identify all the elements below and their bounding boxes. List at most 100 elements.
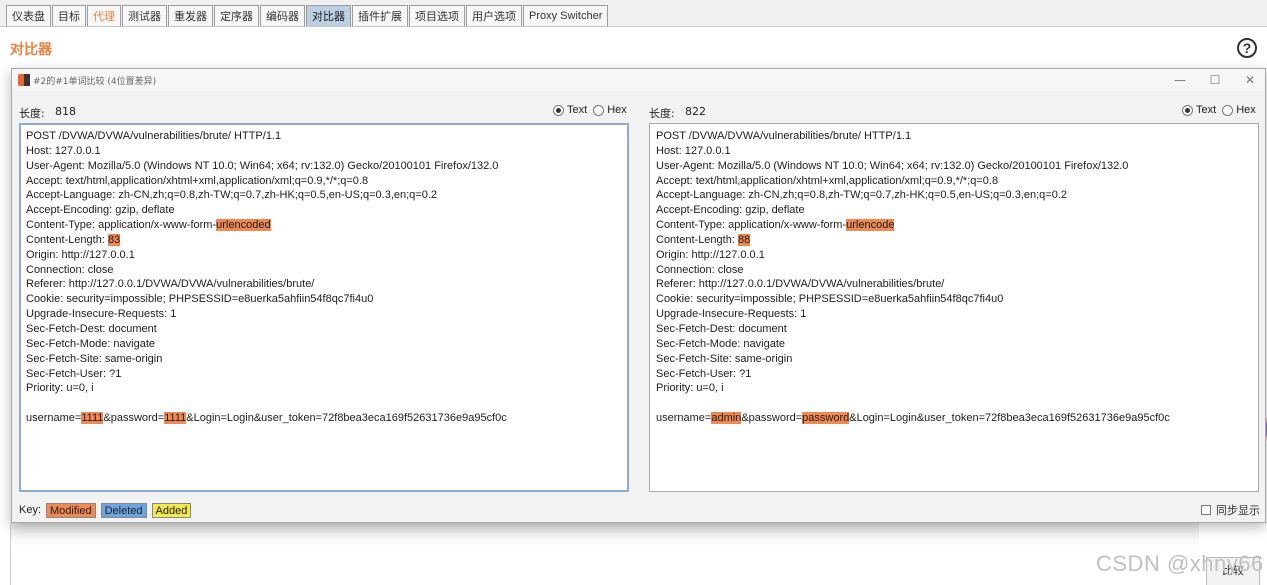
- tab-10[interactable]: 用户选项: [466, 5, 522, 26]
- message-line: User-Agent: Mozilla/5.0 (Windows NT 10.0…: [656, 159, 1258, 174]
- text-radio[interactable]: [1182, 104, 1193, 116]
- text-segment: POST /DVWA/DVWA/vulnerabilities/brute/ H…: [26, 130, 282, 142]
- message-line: Sec-Fetch-Mode: navigate: [656, 337, 1258, 352]
- minimize-button[interactable]: —: [1171, 71, 1189, 89]
- tab-4[interactable]: 重发器: [168, 5, 213, 26]
- message-line: Upgrade-Insecure-Requests: 1: [656, 307, 1258, 322]
- message-line: Origin: http://127.0.0.1: [26, 248, 627, 263]
- text-segment: Origin: http://127.0.0.1: [656, 248, 765, 261]
- text-segment: Accept: text/html,application/xhtml+xml,…: [656, 174, 999, 187]
- tab-0[interactable]: 仪表盘: [6, 5, 51, 26]
- sync-label: 同步显示: [1216, 504, 1260, 517]
- text-segment: Upgrade-Insecure-Requests: 1: [656, 308, 807, 321]
- text-segment: &password=: [103, 412, 165, 425]
- text-segment: Host: 127.0.0.1: [656, 144, 731, 157]
- watermark: CSDN @xhny66: [1096, 551, 1264, 576]
- message-line: Priority: u=0, i: [26, 381, 627, 396]
- right-message-text[interactable]: POST /DVWA/DVWA/vulnerabilities/brute/ H…: [649, 123, 1259, 492]
- modified-segment: urlencoded: [216, 219, 271, 232]
- text-radio-label[interactable]: Text: [567, 104, 587, 116]
- length-value: 822: [685, 105, 706, 118]
- tab-5[interactable]: 定序器: [214, 5, 259, 26]
- text-segment: Referer: http://127.0.0.1/DVWA/DVWA/vuln…: [26, 278, 315, 291]
- tab-11[interactable]: Proxy Switcher: [523, 5, 609, 26]
- text-segment: User-Agent: Mozilla/5.0 (Windows NT 10.0…: [656, 159, 1129, 172]
- text-radio-label[interactable]: Text: [1196, 104, 1216, 116]
- message-line: Cookie: security=impossible; PHPSESSID=e…: [26, 292, 627, 307]
- text-segment: Sec-Fetch-Site: same-origin: [26, 352, 163, 365]
- tab-8[interactable]: 插件扩展: [352, 5, 408, 26]
- text-segment: Accept-Language: zh-CN,zh;q=0.8,zh-TW;q=…: [26, 189, 438, 202]
- sync-view-toggle[interactable]: 同步显示: [1201, 502, 1260, 518]
- dialog-titlebar[interactable]: #2的#1单词比较 (4位置差异) — ☐ ✕: [12, 69, 1265, 91]
- modified-segment: admin: [711, 412, 742, 425]
- modified-segment: 88: [737, 233, 751, 246]
- text-segment: Sec-Fetch-Mode: navigate: [26, 337, 156, 350]
- tab-3[interactable]: 测试器: [122, 5, 167, 26]
- comparison-dialog: #2的#1单词比较 (4位置差异) — ☐ ✕ 长度: 818 Text Hex…: [11, 68, 1266, 523]
- left-message-text[interactable]: POST /DVWA/DVWA/vulnerabilities/brute/ H…: [19, 123, 629, 492]
- message-line: Referer: http://127.0.0.1/DVWA/DVWA/vuln…: [26, 277, 627, 292]
- modified-segment: password: [802, 412, 850, 425]
- message-line: [26, 396, 627, 411]
- tab-2[interactable]: 代理: [87, 5, 121, 26]
- message-line: User-Agent: Mozilla/5.0 (Windows NT 10.0…: [26, 159, 627, 174]
- message-line: Connection: close: [26, 263, 627, 278]
- text-segment: Content-Length:: [26, 233, 108, 246]
- message-line: [656, 396, 1258, 411]
- message-line: Accept-Language: zh-CN,zh;q=0.8,zh-TW;q=…: [26, 188, 627, 203]
- text-segment: Sec-Fetch-User: ?1: [656, 367, 752, 380]
- message-line: Content-Length: 88: [656, 233, 1258, 248]
- text-segment: Priority: u=0, i: [656, 382, 724, 395]
- hex-radio[interactable]: [593, 104, 605, 116]
- text-segment: Connection: close: [656, 263, 744, 276]
- hex-radio-label[interactable]: Hex: [607, 104, 627, 116]
- hex-radio[interactable]: [1222, 104, 1234, 116]
- hex-radio-label[interactable]: Hex: [1236, 104, 1256, 116]
- help-circle-icon[interactable]: ?: [1237, 38, 1257, 58]
- text-segment: User-Agent: Mozilla/5.0 (Windows NT 10.0…: [26, 159, 499, 172]
- main-tab-bar: 仪表盘 目标 代理 测试器 重发器 定序器 编码器 对比器 插件扩展 项目选项 用户选项 Proxy …: [0, 0, 1267, 27]
- text-segment: Sec-Fetch-Dest: document: [656, 322, 787, 335]
- message-line: Upgrade-Insecure-Requests: 1: [26, 307, 627, 322]
- message-line: Content-Type: application/x-www-form-url…: [656, 218, 1258, 233]
- message-line: Accept-Encoding: gzip, deflate: [656, 203, 1258, 218]
- text-segment: Connection: close: [26, 263, 114, 276]
- text-segment: Cookie: security=impossible; PHPSESSID=e…: [656, 293, 1004, 306]
- tab-7[interactable]: 对比器: [306, 5, 351, 26]
- text-radio[interactable]: [553, 104, 564, 116]
- message-line: Sec-Fetch-Mode: navigate: [26, 337, 627, 352]
- text-segment: Origin: http://127.0.0.1: [26, 248, 135, 261]
- message-line: POST /DVWA/DVWA/vulnerabilities/brute/ H…: [656, 129, 1258, 144]
- tab-strip: 仪表盘 目标 代理 测试器 重发器 定序器 编码器 对比器 插件扩展 项目选项 用户选项 Proxy …: [6, 5, 609, 27]
- message-line: Content-Length: 83: [26, 233, 627, 248]
- message-line: Sec-Fetch-Dest: document: [656, 322, 1258, 337]
- sync-checkbox[interactable]: [1201, 505, 1211, 515]
- message-line: Priority: u=0, i: [656, 381, 1258, 396]
- text-segment: Cookie: security=impossible; PHPSESSID=e…: [26, 293, 374, 306]
- text-segment: Accept-Language: zh-CN,zh;q=0.8,zh-TW;q=…: [656, 189, 1068, 202]
- text-segment: Host: 127.0.0.1: [26, 144, 101, 157]
- modified-segment: urlencode: [846, 219, 895, 232]
- text-segment: Referer: http://127.0.0.1/DVWA/DVWA/vuln…: [656, 278, 945, 291]
- text-segment: &password=: [741, 412, 803, 425]
- background-panel: [10, 523, 1199, 585]
- tab-9[interactable]: 项目选项: [409, 5, 465, 26]
- message-line: Origin: http://127.0.0.1: [656, 248, 1258, 263]
- message-line: Connection: close: [656, 263, 1258, 278]
- key-label: Key:: [19, 504, 42, 516]
- modified-key-badge: Modified: [46, 502, 96, 518]
- modified-segment: 1111: [81, 412, 104, 425]
- view-mode-group: Text Hex: [553, 104, 633, 116]
- message-line: POST /DVWA/DVWA/vulnerabilities/brute/ H…: [26, 129, 627, 144]
- close-button[interactable]: ✕: [1241, 71, 1259, 89]
- tab-6[interactable]: 编码器: [260, 5, 305, 26]
- right-compare-panel: 长度: 822 Text Hex POST /DVWA/DVWA/vulnera…: [649, 99, 1259, 494]
- message-line: Accept-Encoding: gzip, deflate: [26, 203, 627, 218]
- page-title: 对比器: [10, 42, 52, 58]
- tab-1[interactable]: 目标: [52, 5, 86, 26]
- message-line: Host: 127.0.0.1: [26, 144, 627, 159]
- maximize-button[interactable]: ☐: [1206, 71, 1224, 89]
- message-line: Referer: http://127.0.0.1/DVWA/DVWA/vuln…: [656, 277, 1258, 292]
- text-segment: username=: [656, 412, 712, 425]
